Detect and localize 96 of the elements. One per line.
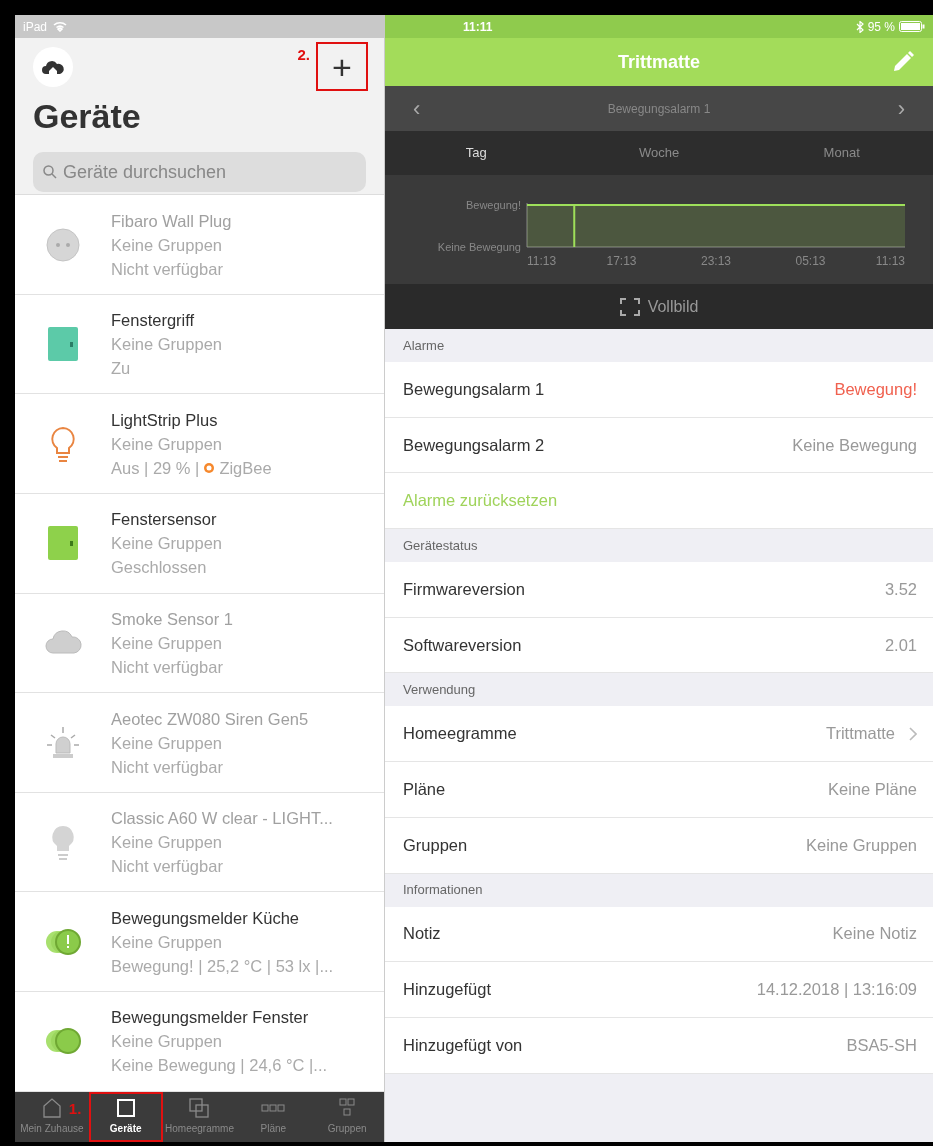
screen-title: Trittmatte <box>618 50 700 74</box>
row-value: Bewegung! <box>834 378 917 400</box>
battery-percent: 95 % <box>867 18 895 36</box>
chevron-right-icon <box>909 726 917 741</box>
protocol-label: ZigBee <box>219 457 272 479</box>
wifi-icon <box>53 21 68 32</box>
device-name: Bewegungsmelder Fenster <box>111 1007 310 1029</box>
previous-button[interactable]: ‹ <box>413 92 421 125</box>
row-label: Softwareversion <box>403 634 522 656</box>
device-groups: Keine Gruppen <box>111 332 222 357</box>
period-tab[interactable]: Tag <box>385 131 568 175</box>
row-label: Gruppen <box>403 834 468 856</box>
tab-button[interactable]: Geräte <box>88 1091 163 1142</box>
device-status: Zu <box>111 358 131 380</box>
tab-button[interactable]: Homeegramme <box>162 1091 237 1142</box>
device-status: Aus | 29 % | <box>111 457 200 479</box>
x-axis-label: 11:13 <box>527 254 557 268</box>
device-row[interactable]: Bewegungsmelder Küche Keine Gruppen Bewegung! | 25,2 °C | 53 lx |... <box>15 892 384 992</box>
row-label: Hinzugefügt von <box>403 1034 523 1056</box>
device-row[interactable]: Fibaro Wall Plug Keine Gruppen Nicht verfügbar <box>15 195 384 295</box>
tab-button[interactable]: Gruppen <box>310 1091 384 1142</box>
device-groups: Keine Gruppen <box>111 232 232 257</box>
y-axis-label: Keine Bewegung <box>437 241 521 253</box>
section-header: Alarme <box>403 336 445 355</box>
x-axis-label: 11:13 <box>875 254 905 268</box>
row-label: Bewegungsalarm 1 <box>403 378 545 400</box>
device-status: Nicht verfügbar <box>111 258 223 280</box>
device-groups: Keine Gruppen <box>111 630 233 655</box>
device-status: Bewegung! | 25,2 °C | 53 lx |... <box>111 955 334 977</box>
device-row[interactable]: Aeotec ZW080 Siren Gen5 Keine Gruppen Nicht verfügbar <box>15 693 384 793</box>
row-value: 14.12.2018 | 13:16:09 <box>756 979 917 1001</box>
section-header: Informationen <box>403 881 483 900</box>
device-row[interactable]: Fenstersensor Keine Gruppen Geschlossen <box>15 494 384 594</box>
device-row[interactable]: Smoke Sensor 1 Keine Gruppen Nicht verfügbar <box>15 593 384 694</box>
row-value: Keine Gruppen <box>806 834 917 856</box>
period-tab[interactable]: Woche <box>567 131 751 175</box>
device-row[interactable]: Fenstergriff Keine Gruppen Zu <box>15 294 384 395</box>
device-name: Smoke Sensor 1 <box>111 608 233 630</box>
row-label: Homeegramme <box>403 723 517 745</box>
y-axis-label: Bewegung! <box>465 199 521 211</box>
device-status: Nicht verfügbar <box>111 656 223 678</box>
device-groups: Keine Gruppen <box>111 1029 328 1054</box>
battery-icon <box>899 21 925 32</box>
page-title: Geräte <box>33 96 142 137</box>
device-name: Fenstersensor <box>111 509 218 531</box>
device-name: LightStrip Plus <box>111 409 219 431</box>
device-row[interactable]: Classic A60 W clear - LIGHT... Keine Gruppen Nicht verfügbar <box>15 792 384 893</box>
device-row[interactable]: LightStrip Plus Keine Gruppen Aus | 29 % | ZigBee <box>15 394 384 495</box>
x-axis-label: 05:13 <box>795 254 826 268</box>
device-status: Nicht verfügbar <box>111 756 223 778</box>
add-button[interactable]: + <box>318 44 366 89</box>
row-value: Trittmatte <box>825 723 895 745</box>
row-label: Bewegungsalarm 2 <box>403 434 545 456</box>
fullscreen-button[interactable]: Vollbild <box>647 294 699 319</box>
row-value: BSA5-SH <box>846 1034 917 1056</box>
section-header: Verwendung <box>403 681 476 700</box>
device-name: Fenstergriff <box>111 310 196 332</box>
section-header: Gerätestatus <box>403 536 478 555</box>
device-row[interactable]: Bewegungsmelder Fenster Keine Gruppen Keine Bewegung | 24,6 °C |... <box>15 992 384 1092</box>
device-name: Fibaro Wall Plug <box>111 210 232 232</box>
fullscreen-icon <box>619 297 640 316</box>
status-dot-icon <box>203 461 216 474</box>
row-label: Pläne <box>403 779 446 801</box>
annotation-label: 1. <box>68 1098 82 1119</box>
device-groups: Keine Gruppen <box>111 830 333 855</box>
device-status: Keine Bewegung | 24,6 °C |... <box>111 1055 328 1077</box>
tab-button[interactable]: Pläne <box>236 1091 311 1142</box>
device-groups: Keine Gruppen <box>111 531 222 556</box>
row-value: 3.52 <box>884 579 917 601</box>
x-axis-label: 17:13 <box>606 254 637 268</box>
device-name: Classic A60 W clear - LIGHT... <box>111 808 333 830</box>
row-value: 2.01 <box>884 634 917 656</box>
device-groups: Keine Gruppen <box>111 730 309 755</box>
cloud-home-icon[interactable] <box>33 46 73 87</box>
annotation-label: 2. <box>297 45 310 65</box>
device-status: Geschlossen <box>111 557 207 579</box>
bluetooth-icon <box>855 20 864 33</box>
device-groups: Keine Gruppen <box>111 929 334 954</box>
device-name: Aeotec ZW080 Siren Gen5 <box>111 708 309 730</box>
device-name: Bewegungsmelder Küche <box>111 907 301 929</box>
alarm-name: Bewegungsalarm 1 <box>607 100 711 118</box>
overlapping-squares-icon <box>187 1097 212 1120</box>
device-status: Nicht verfügbar <box>111 856 223 878</box>
x-axis-label: 23:13 <box>701 254 731 268</box>
row-label: Notiz <box>403 923 441 945</box>
row-value: Keine Bewegung <box>792 434 917 456</box>
row-value: Keine Notiz <box>832 923 917 945</box>
search-field[interactable]: Geräte durchsuchen <box>33 152 366 192</box>
status-time: 11:11 <box>463 18 493 36</box>
settings-row[interactable]: Homeegramme Trittmatte <box>385 706 933 763</box>
row-label: Firmwareversion <box>403 579 525 601</box>
next-button[interactable]: › <box>897 92 905 125</box>
device-groups: Keine Gruppen <box>111 431 272 456</box>
row-label: Hinzugefügt <box>403 979 492 1001</box>
period-tab[interactable]: Monat <box>750 131 933 175</box>
row-value: Keine Pläne <box>828 779 917 801</box>
